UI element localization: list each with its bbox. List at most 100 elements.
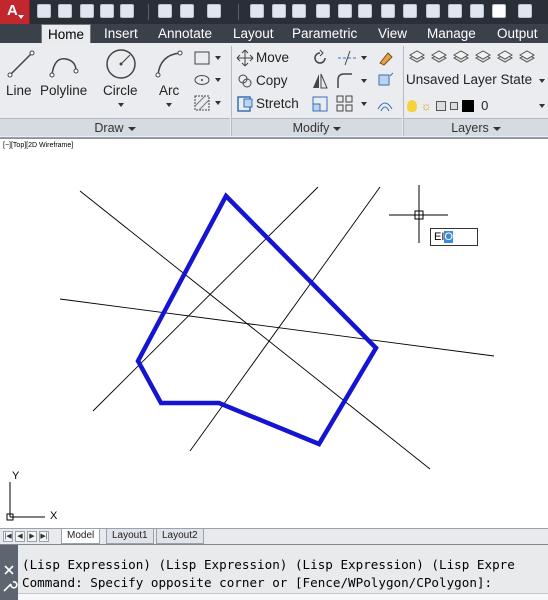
layers-panel-title-text: Layers — [451, 121, 489, 135]
sync-icon[interactable] — [403, 4, 417, 18]
scale-icon[interactable] — [311, 95, 329, 113]
construction-line[interactable] — [79, 190, 431, 470]
chevron-down-icon[interactable] — [166, 103, 172, 107]
link-icon[interactable] — [448, 4, 462, 18]
tab-manage[interactable]: Manage — [427, 24, 476, 43]
tab-home[interactable]: Home — [41, 24, 92, 44]
command-line-window[interactable]: (Lisp Expression) (Lisp Expression) (Lis… — [0, 544, 548, 600]
blue-polygon[interactable] — [135, 192, 379, 447]
chevron-down-icon[interactable] — [539, 104, 545, 108]
print-icon[interactable] — [158, 4, 172, 18]
arc-tool-label[interactable]: Arc — [159, 83, 179, 98]
chevron-down-icon[interactable] — [361, 102, 367, 106]
array-icon[interactable] — [336, 95, 354, 113]
open-file-icon[interactable] — [58, 4, 72, 18]
chevron-down-icon[interactable] — [215, 101, 221, 105]
scissors-icon[interactable] — [470, 4, 484, 18]
move-tool-label[interactable]: Move — [256, 50, 289, 65]
plot-icon[interactable] — [120, 4, 134, 18]
last-layout-button[interactable]: ▶| — [39, 531, 49, 542]
circle-icon — [106, 49, 136, 79]
dynamic-input-text: EI — [434, 231, 445, 243]
redo-icon[interactable] — [207, 4, 221, 18]
layer-properties-icon[interactable] — [408, 48, 426, 66]
tab-parametric[interactable]: Parametric — [292, 24, 357, 43]
first-layout-button[interactable]: |◀ — [3, 531, 13, 542]
offset-icon[interactable] — [376, 95, 394, 113]
prev-layout-button[interactable]: ◀ — [15, 531, 25, 542]
chevron-down-icon[interactable] — [215, 56, 221, 60]
construction-line[interactable] — [189, 186, 381, 452]
tab-layout2[interactable]: Layout2 — [156, 529, 204, 544]
tab-insert[interactable]: Insert — [104, 24, 138, 43]
application-menu-button[interactable]: A — [0, 0, 30, 24]
chevron-down-icon — [18, 15, 24, 19]
circle-tool-label[interactable]: Circle — [103, 83, 138, 98]
tab-annotate[interactable]: Annotate — [158, 24, 212, 43]
drawing-viewport[interactable]: [−][Top][2D Wireframe] Y X EIO — [0, 138, 548, 528]
tab-model[interactable]: Model — [61, 529, 101, 544]
drawing-canvas[interactable]: Y X — [0, 139, 548, 529]
layer-state-dropdown[interactable]: Unsaved Layer State — [406, 72, 532, 87]
layer-unlock-icon[interactable] — [518, 48, 536, 66]
ellipse-icon[interactable] — [193, 71, 211, 89]
wrench-icon[interactable] — [0, 579, 18, 593]
color-swatch-icon[interactable] — [492, 4, 506, 18]
command-input[interactable] — [18, 593, 548, 600]
rotate-icon[interactable] — [311, 49, 329, 67]
rectangle-icon[interactable] — [193, 49, 211, 67]
tab-layout1[interactable]: Layout1 — [106, 529, 154, 544]
ucs-x-label: X — [50, 510, 58, 522]
chevron-down-icon[interactable] — [361, 56, 367, 60]
match-properties-icon[interactable] — [316, 4, 330, 18]
fillet-icon[interactable] — [336, 72, 354, 90]
text-icon[interactable] — [381, 4, 395, 18]
hatch-icon[interactable] — [193, 94, 211, 112]
tab-view[interactable]: View — [378, 24, 407, 43]
layer-off-icon[interactable] — [452, 48, 470, 66]
save-icon[interactable] — [80, 4, 94, 18]
chevron-down-icon[interactable] — [361, 79, 367, 83]
chevron-down-icon[interactable] — [539, 79, 545, 83]
dynamic-input-field[interactable]: EIO — [430, 228, 478, 246]
line-tool-label[interactable]: Line — [6, 83, 32, 98]
modify-panel-title[interactable]: Modify — [232, 118, 402, 136]
polyline-tool-label[interactable]: Polyline — [40, 83, 87, 98]
copy-tool-label[interactable]: Copy — [256, 73, 288, 88]
move-icon — [236, 49, 254, 67]
layer-tools-icon[interactable] — [272, 4, 286, 18]
chevron-down-icon — [333, 126, 342, 131]
erase-icon[interactable] — [376, 49, 394, 67]
construction-line[interactable] — [92, 186, 319, 412]
block-icon[interactable] — [338, 4, 352, 18]
sheet-set-icon[interactable] — [426, 4, 440, 18]
command-line-handle[interactable] — [0, 545, 18, 600]
explode-icon[interactable] — [376, 72, 394, 90]
undo-icon[interactable] — [180, 4, 194, 18]
save-as-icon[interactable] — [100, 4, 114, 18]
properties-icon[interactable] — [292, 4, 306, 18]
draw-panel-title[interactable]: Draw — [0, 118, 230, 136]
stretch-tool-label[interactable]: Stretch — [256, 96, 299, 111]
workspace-icon[interactable] — [250, 4, 264, 18]
layer-isolate-icon[interactable] — [430, 48, 448, 66]
layer-lock-icon[interactable] — [496, 48, 514, 66]
arc-icon — [155, 50, 183, 78]
command-prompt-text: Command: Specify opposite corner or [Fen… — [22, 575, 493, 590]
mirror-icon[interactable] — [311, 72, 329, 90]
chevron-down-icon[interactable] — [118, 103, 124, 107]
printer-icon[interactable] — [358, 4, 372, 18]
layers-panel-title[interactable]: Layers — [404, 118, 548, 136]
layer-freeze-icon[interactable] — [474, 48, 492, 66]
ribbon-tabs: Home Insert Annotate Layout Parametric V… — [0, 24, 548, 44]
next-layout-button[interactable]: ▶ — [27, 531, 37, 542]
tab-output[interactable]: Output — [497, 24, 538, 43]
tab-layout[interactable]: Layout — [233, 24, 274, 43]
new-file-icon[interactable] — [37, 4, 51, 18]
chevron-down-icon[interactable] — [215, 78, 221, 82]
customize-icon[interactable] — [518, 4, 532, 18]
current-layer-dropdown[interactable]: ☼ 0 — [404, 95, 542, 115]
polyline-icon — [49, 58, 79, 78]
copy-icon — [238, 74, 252, 88]
trim-icon[interactable] — [336, 49, 358, 67]
